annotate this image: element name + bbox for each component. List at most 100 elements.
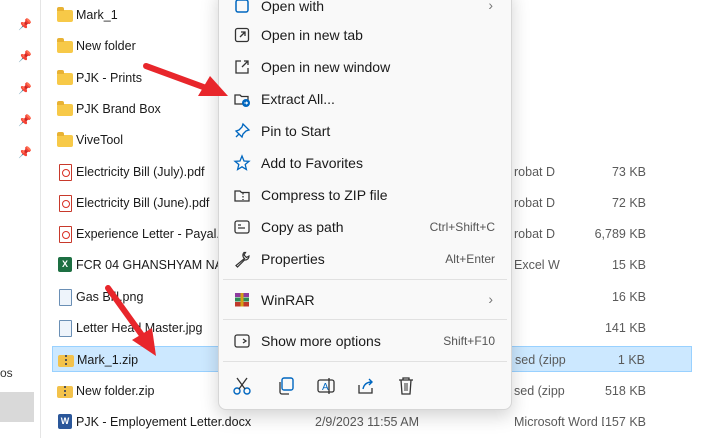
file-size: 72 KB (611, 195, 646, 210)
menu-item-show-more-options[interactable]: Show more options Shift+F10 (223, 326, 507, 356)
rename-icon[interactable]: A (315, 375, 337, 397)
delete-icon[interactable] (395, 375, 417, 397)
file-name: FCR 04 GHANSHYAM NAG (76, 258, 233, 273)
zip-file-icon (58, 355, 74, 368)
winrar-icon (235, 293, 249, 307)
menu-item-compress-zip[interactable]: Compress to ZIP file (223, 180, 507, 210)
menu-separator (223, 361, 507, 362)
pin-icon[interactable]: 📌 (18, 82, 32, 95)
file-date: 2/9/2023 11:55 AM (315, 414, 420, 429)
zip-file-icon (57, 385, 73, 398)
menu-item-label: Properties (261, 251, 325, 267)
menu-item-properties[interactable]: Properties Alt+Enter (223, 244, 507, 274)
pin-icon[interactable]: 📌 (18, 18, 32, 31)
nav-partial-label[interactable]: os (0, 366, 13, 380)
annotation-arrow (105, 285, 156, 356)
menu-item-pin-to-start[interactable]: Pin to Start (223, 116, 507, 146)
file-type: robat D (514, 195, 555, 210)
pin-icon[interactable]: 📌 (18, 146, 32, 159)
file-name: ViveTool (76, 133, 124, 148)
pdf-file-icon (59, 226, 72, 244)
menu-item-add-favorites[interactable]: Add to Favorites (223, 148, 507, 178)
folder-file-icon (57, 38, 73, 54)
word-file-icon: W (58, 413, 72, 429)
file-name: Mark_1 (76, 8, 118, 22)
menu-item-label: Extract All... (261, 91, 335, 107)
excel-file-icon: X (58, 257, 72, 273)
folder-file-icon (57, 132, 73, 148)
quick-actions-bar: A (223, 369, 507, 403)
file-name: PJK Brand Box (76, 101, 161, 116)
navigation-pane: 📌 📌 📌 📌 📌 os (0, 0, 41, 438)
file-size: 15 KB (611, 258, 646, 273)
folder-file-icon (57, 100, 73, 116)
pin-icon[interactable]: 📌 (18, 114, 32, 127)
file-size: 73 KB (611, 164, 646, 179)
extract-icon (234, 94, 250, 107)
pin-icon (234, 122, 251, 139)
menu-item-open-new-window[interactable]: Open in new window (223, 52, 507, 82)
file-name: Experience Letter - Payal.pd (76, 227, 234, 242)
menu-separator (223, 279, 507, 280)
menu-item-label: Pin to Start (261, 123, 331, 139)
menu-item-label: Open in new tab (261, 27, 363, 43)
file-type: robat D (514, 164, 555, 179)
file-name: PJK - Prints (76, 70, 142, 85)
chevron-right-icon: › (488, 0, 493, 13)
open-with-icon (235, 0, 249, 13)
menu-item-label: Show more options (261, 333, 381, 349)
menu-item-winrar[interactable]: WinRAR › (223, 285, 507, 315)
context-menu: Open with › Open in new tab Open in new … (218, 0, 512, 410)
star-icon (233, 154, 251, 171)
folder-file-icon (57, 7, 73, 22)
wrench-icon (235, 251, 250, 268)
file-type: Microsoft Word D (514, 414, 604, 429)
menu-item-copy-path[interactable]: Copy as path Ctrl+Shift+C (223, 212, 507, 242)
menu-separator (223, 319, 507, 320)
nav-selected-item[interactable] (0, 392, 34, 422)
menu-item-open-with[interactable]: Open with › (223, 0, 507, 21)
menu-item-extract-all[interactable]: Extract All... (223, 84, 507, 114)
file-name: PJK - Employement Letter.docx (76, 414, 252, 429)
file-name: Electricity Bill (July).pdf (76, 164, 205, 179)
file-size: 518 KB (604, 383, 646, 398)
image-file-icon (59, 288, 72, 306)
menu-item-label: Open with (261, 0, 325, 14)
file-size: 6,789 KB (594, 227, 646, 242)
file-row[interactable]: W PJK - Employement Letter.docx 2/9/2023 1… (52, 409, 692, 435)
share-icon[interactable] (355, 375, 377, 397)
pdf-file-icon (59, 194, 72, 212)
shortcut-label: Alt+Enter (445, 252, 495, 266)
menu-item-label: Copy as path (261, 219, 344, 235)
menu-item-open-new-tab[interactable]: Open in new tab (223, 20, 507, 50)
file-size: 141 KB (604, 321, 646, 335)
new-tab-icon (234, 27, 250, 43)
file-type: Excel W (514, 258, 560, 273)
shortcut-label: Shift+F10 (443, 334, 495, 348)
menu-item-label: Open in new window (261, 59, 391, 75)
file-type: sed (zipp (515, 353, 566, 368)
file-size: 16 KB (611, 289, 646, 304)
file-name: Electricity Bill (June).pdf (76, 195, 210, 210)
shortcut-label: Ctrl+Shift+C (429, 220, 495, 234)
new-window-icon (235, 60, 249, 74)
svg-text:A: A (322, 382, 329, 393)
copy-path-icon (234, 220, 250, 234)
folder-file-icon (57, 69, 73, 85)
annotation-arrow (143, 63, 228, 96)
file-size: 157 KB (604, 414, 646, 429)
chevron-right-icon: › (488, 291, 493, 307)
pin-icon[interactable]: 📌 (18, 50, 32, 63)
menu-item-label: Compress to ZIP file (261, 187, 388, 203)
more-options-icon (234, 334, 250, 348)
zip-compress-icon (234, 190, 250, 202)
cut-icon[interactable] (231, 375, 253, 397)
pdf-file-icon (59, 163, 72, 181)
file-name: New folder (76, 39, 136, 54)
menu-item-label: Add to Favorites (261, 155, 363, 171)
file-name: New folder.zip (76, 383, 155, 398)
file-type: sed (zipp (514, 383, 565, 398)
copy-icon[interactable] (275, 375, 297, 397)
file-size: 1 KB (617, 353, 645, 368)
menu-item-label: WinRAR (261, 292, 315, 308)
